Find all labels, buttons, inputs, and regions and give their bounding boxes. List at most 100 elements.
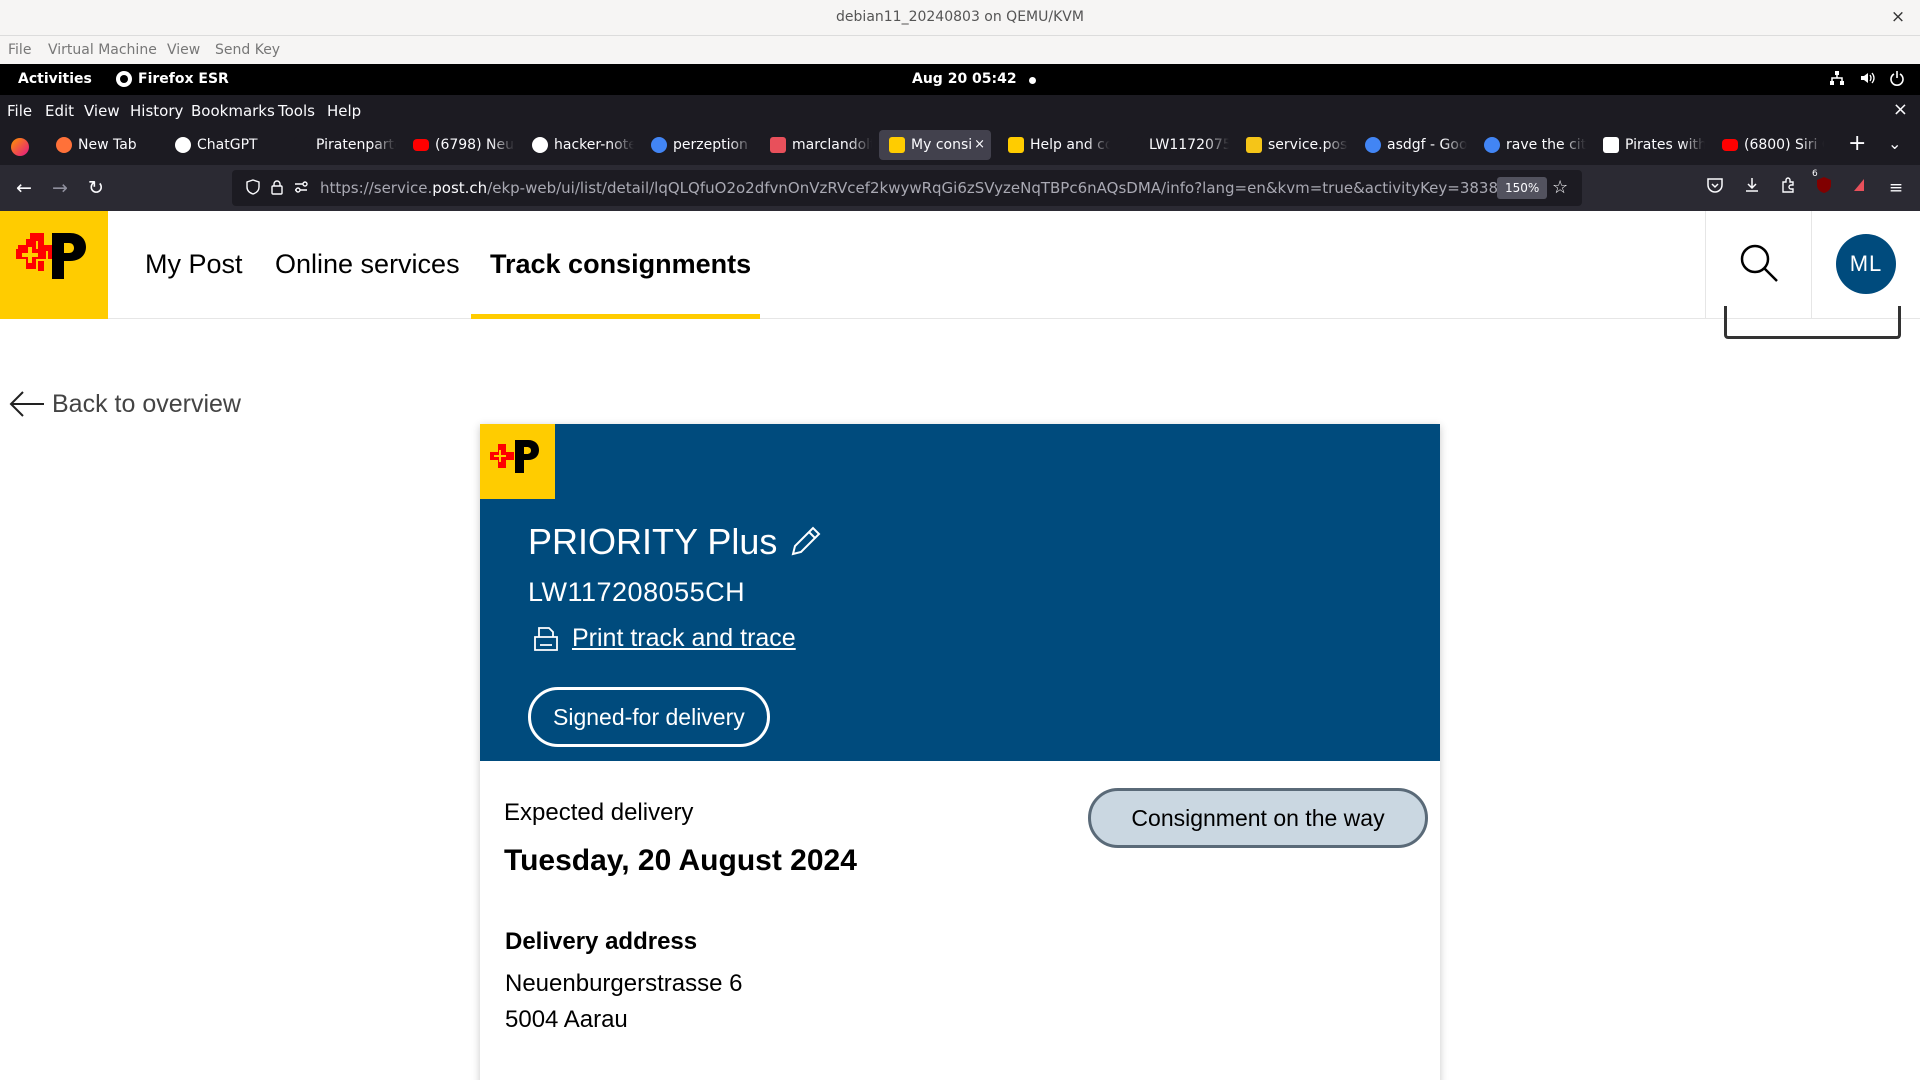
active-nav-indicator [471,314,760,319]
url-bar[interactable]: https://service.post.ch/ekp-web/ui/list/… [232,170,1582,206]
browser-tab[interactable]: (6798) Neur [403,130,515,160]
app-menu[interactable]: Firefox ESR [116,71,229,87]
reload-icon[interactable]: ↻ [84,176,108,200]
browser-tab[interactable]: My consi × [879,130,991,160]
browser-tab[interactable]: perzeption [641,130,753,160]
vm-menubar: File Virtual Machine View Send Key [0,36,1920,64]
consignment-card: PRIORITY Plus LW117208055CH Print track … [480,424,1440,1080]
tracking-protection-icon[interactable] [244,179,262,197]
arrow-left-icon [9,391,44,417]
forward-icon[interactable]: → [48,176,72,200]
browser-tab[interactable]: LW117207537C [1117,130,1229,160]
google-icon [1365,137,1381,153]
volume-icon [1858,70,1876,88]
back-icon[interactable]: ← [12,176,36,200]
browser-tab[interactable]: rave the city [1474,130,1586,160]
menu-view[interactable]: View [84,102,120,120]
new-tab-button[interactable]: + [1848,131,1866,156]
zoom-level-button[interactable]: 150% [1497,177,1548,199]
notification-dot-icon [1029,77,1036,84]
vm-close-icon[interactable]: × [1888,7,1908,27]
vm-menu-send-key[interactable]: Send Key [215,42,280,58]
browser-tab[interactable]: (6800) Siri C [1712,130,1824,160]
web-page: My Post Online services Track consignmen… [0,211,1920,1080]
header-flyout-edge [1724,306,1901,339]
tab-fade [134,130,158,160]
github-icon [532,137,548,153]
browser-tab[interactable]: New Tab [46,130,158,160]
firefox-icon [56,137,72,153]
menu-tools[interactable]: Tools [278,102,315,120]
window-close-icon[interactable]: × [1893,99,1908,120]
delivery-address-label: Delivery address [505,928,698,955]
menu-bookmarks[interactable]: Bookmarks [191,102,275,120]
browser-tab[interactable]: Help and co [998,130,1110,160]
browser-tab[interactable]: Piratenpartei A [284,130,396,160]
clock[interactable]: Aug 20 05:42 [912,71,1017,87]
nav-track-consignments[interactable]: Track consignments [490,249,751,280]
google-icon [1484,137,1500,153]
tab-fade [253,130,277,160]
menu-history[interactable]: History [130,102,183,120]
tab-fade [1800,130,1824,160]
tab-fade [1205,130,1229,160]
nav-online-services[interactable]: Online services [275,249,460,280]
tab-fade [610,130,634,160]
favicon-placeholder-icon [1127,137,1143,153]
card-icon [1246,137,1262,153]
consignment-header: PRIORITY Plus LW117208055CH Print track … [480,424,1440,761]
url-text[interactable]: https://service.post.ch/ekp-web/ui/list/… [320,179,1536,197]
ublock-origin-icon[interactable] [1812,176,1836,200]
extensions-icon[interactable] [1776,176,1800,200]
vm-menu-view[interactable]: View [167,42,200,58]
browser-tab[interactable]: Pirates with [1593,130,1705,160]
list-all-tabs-icon[interactable]: ⌄ [1888,134,1901,153]
vm-menu-file[interactable]: File [8,42,31,58]
swiss-post-logo[interactable] [0,211,108,319]
lock-icon[interactable] [268,179,286,197]
favicon-placeholder-icon [294,137,310,153]
tab-fade [1562,130,1586,160]
extension-flag-icon[interactable] [1848,176,1872,200]
service-badge[interactable]: Signed-for delivery [528,687,770,747]
menu-file[interactable]: File [7,102,32,120]
print-icon [534,626,558,651]
pocket-icon[interactable] [1703,176,1727,200]
vm-menu-virtual-machine[interactable]: Virtual Machine [48,42,157,58]
pencil-icon[interactable] [787,524,823,560]
delivery-address-street: Neuenburgerstrasse 6 [505,970,743,997]
site-header: My Post Online services Track consignmen… [0,211,1920,319]
tab-fade [372,130,396,160]
browser-tab[interactable]: hacker-note [522,130,634,160]
hamburger-menu-icon[interactable]: ≡ [1884,176,1908,200]
user-avatar[interactable]: ML [1836,234,1896,294]
system-tray[interactable] [1828,70,1906,88]
page-icon [770,137,786,153]
bookmark-star-icon[interactable]: ☆ [1552,177,1568,198]
browser-tab[interactable]: asdgf - Goo [1355,130,1467,160]
nav-my-post[interactable]: My Post [145,249,243,280]
post-icon [1008,137,1024,153]
browser-tab[interactable]: marclandolt [760,130,872,160]
expected-delivery-label: Expected delivery [504,799,694,826]
activities-button[interactable]: Activities [18,71,92,87]
search-icon[interactable] [1735,239,1783,287]
tab-close-icon[interactable]: × [974,130,985,160]
back-to-overview-link[interactable]: Back to overview [8,389,241,419]
browser-tab[interactable]: service.post [1236,130,1348,160]
downloads-icon[interactable] [1740,176,1764,200]
menu-help[interactable]: Help [327,102,361,120]
firefox-menubar: File Edit View History Bookmarks Tools H… [0,95,1920,125]
ublock-count-badge: 6 [1812,169,1818,179]
browser-tab[interactable]: ChatGPT [165,130,277,160]
menu-edit[interactable]: Edit [45,102,74,120]
print-track-and-trace-link[interactable]: Print track and trace [532,624,796,653]
tab-label: My consi [911,137,973,153]
firefox-view-icon[interactable] [11,138,29,156]
tab-label: New Tab [78,137,137,153]
vm-titlebar: debian11_20240803 on QEMU/KVM × [0,0,1920,36]
tab-strip: New Tab ChatGPT Piratenpartei A(6798) Neur… [0,125,1920,165]
navigation-toolbar: ← → ↻ https://service.post.ch/ekp-web/ui… [0,165,1920,211]
permissions-icon[interactable] [292,179,310,197]
header-divider [1811,211,1812,319]
